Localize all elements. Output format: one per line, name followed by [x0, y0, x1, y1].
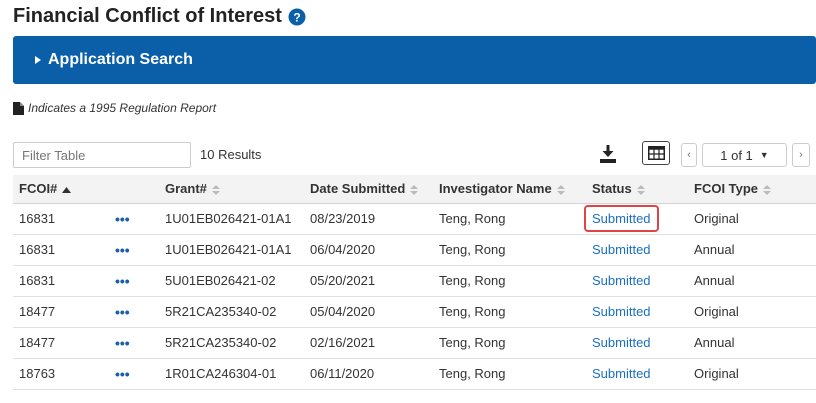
- cell-grant: 1R01CA246304-01: [159, 358, 304, 390]
- cell-date: 05/04/2020: [304, 296, 433, 328]
- status-link[interactable]: Submitted: [592, 335, 651, 350]
- table-row: 16831 ••• 1U01EB026421-01A1 06/04/2020 T…: [13, 234, 816, 266]
- cell-fcoi: 18763: [13, 358, 109, 390]
- download-icon[interactable]: [597, 143, 619, 165]
- cell-status: Submitted: [586, 234, 688, 266]
- page-select-value: 1 of 1: [720, 147, 753, 163]
- row-actions-button[interactable]: •••: [109, 203, 159, 235]
- cell-type: Annual: [688, 265, 816, 297]
- chevron-left-icon: ‹: [687, 149, 691, 161]
- results-count: 10 Results: [200, 147, 262, 162]
- cell-date: 06/11/2020: [304, 358, 433, 390]
- document-icon: [13, 101, 24, 115]
- table-row: 18477 ••• 5R21CA235340-02 02/16/2021 Ten…: [13, 327, 816, 359]
- cell-investigator: Teng, Rong: [433, 358, 586, 390]
- cell-date: 02/16/2021: [304, 327, 433, 359]
- sort-icon: [410, 184, 419, 195]
- svg-text:?: ?: [293, 10, 300, 24]
- table-row: 18763 ••• 1R01CA246304-01 06/11/2020 Ten…: [13, 358, 816, 390]
- table-header-row: FCOI# Grant# Date Submitted Investigator…: [13, 175, 816, 204]
- row-actions-button[interactable]: •••: [109, 358, 159, 390]
- ellipsis-icon: •••: [115, 303, 130, 320]
- table-row: 16831 ••• 5U01EB026421-02 05/20/2021 Ten…: [13, 265, 816, 297]
- status-link[interactable]: Submitted: [592, 304, 651, 319]
- cell-date: 06/04/2020: [304, 234, 433, 266]
- cell-grant: 5U01EB026421-02: [159, 265, 304, 297]
- application-search-label: Application Search: [48, 51, 193, 68]
- col-header-fcoi-type[interactable]: FCOI Type: [688, 175, 816, 204]
- legend-text: Indicates a 1995 Regulation Report: [28, 101, 217, 115]
- cell-investigator: Teng, Rong: [433, 327, 586, 359]
- cell-investigator: Teng, Rong: [433, 296, 586, 328]
- sort-icon: [211, 184, 220, 195]
- table-row: 16831 ••• 1U01EB026421-01A1 08/23/2019 T…: [13, 203, 816, 235]
- ellipsis-icon: •••: [115, 365, 130, 382]
- page-title: Financial Conflict of Interest ?: [13, 5, 306, 28]
- row-actions-button[interactable]: •••: [109, 234, 159, 266]
- status-link[interactable]: Submitted: [592, 211, 651, 226]
- page-select[interactable]: 1 of 1 ▼: [702, 143, 787, 167]
- sort-icon: [556, 184, 565, 195]
- application-search-toggle[interactable]: Application Search: [13, 36, 816, 84]
- row-actions-button[interactable]: •••: [109, 265, 159, 297]
- sort-asc-icon: [62, 186, 72, 193]
- cell-fcoi: 18477: [13, 327, 109, 359]
- cell-investigator: Teng, Rong: [433, 203, 586, 235]
- table-row: 18477 ••• 5R21CA235340-02 05/04/2020 Ten…: [13, 296, 816, 328]
- col-header-grant[interactable]: Grant#: [159, 175, 304, 204]
- ellipsis-icon: •••: [115, 241, 130, 258]
- cell-date: 08/23/2019: [304, 203, 433, 235]
- question-circle-icon[interactable]: ?: [288, 8, 306, 26]
- cell-fcoi: 16831: [13, 265, 109, 297]
- sort-icon: [763, 184, 772, 195]
- cell-grant: 5R21CA235340-02: [159, 327, 304, 359]
- status-link[interactable]: Submitted: [592, 366, 651, 381]
- cell-type: Original: [688, 358, 816, 390]
- col-header-date-submitted[interactable]: Date Submitted: [304, 175, 433, 204]
- status-link[interactable]: Submitted: [592, 273, 651, 288]
- cell-status: Submitted: [586, 358, 688, 390]
- col-header-investigator[interactable]: Investigator Name: [433, 175, 586, 204]
- cell-status: Submitted: [584, 203, 688, 235]
- ellipsis-icon: •••: [115, 272, 130, 289]
- cell-type: Original: [688, 203, 816, 235]
- page-title-text: Financial Conflict of Interest: [13, 5, 282, 27]
- col-header-status[interactable]: Status: [586, 175, 688, 204]
- cell-date: 05/20/2021: [304, 265, 433, 297]
- filter-table-input[interactable]: [13, 142, 191, 168]
- cell-status: Submitted: [586, 296, 688, 328]
- cell-status: Submitted: [586, 265, 688, 297]
- pager-next-button[interactable]: ›: [792, 143, 810, 167]
- cell-investigator: Teng, Rong: [433, 234, 586, 266]
- cell-status: Submitted: [586, 327, 688, 359]
- col-header-actions: [109, 175, 159, 204]
- cell-grant: 5R21CA235340-02: [159, 296, 304, 328]
- col-header-fcoi[interactable]: FCOI#: [13, 175, 109, 204]
- cell-grant: 1U01EB026421-01A1: [159, 203, 304, 235]
- pager-prev-button[interactable]: ‹: [681, 143, 697, 167]
- fcoi-table: FCOI# Grant# Date Submitted Investigator…: [13, 175, 816, 390]
- row-actions-button[interactable]: •••: [109, 296, 159, 328]
- cell-type: Annual: [688, 234, 816, 266]
- chevron-right-icon: ›: [799, 149, 803, 161]
- table-columns-icon[interactable]: [642, 141, 670, 165]
- ellipsis-icon: •••: [115, 334, 130, 351]
- caret-right-icon: [35, 56, 41, 64]
- ellipsis-icon: •••: [115, 210, 130, 227]
- cell-fcoi: 18477: [13, 296, 109, 328]
- cell-grant: 1U01EB026421-01A1: [159, 234, 304, 266]
- status-highlight-box: Submitted: [584, 205, 659, 232]
- cell-investigator: Teng, Rong: [433, 265, 586, 297]
- sort-icon: [636, 184, 645, 195]
- status-link[interactable]: Submitted: [592, 242, 651, 257]
- cell-fcoi: 16831: [13, 203, 109, 235]
- cell-type: Original: [688, 296, 816, 328]
- row-actions-button[interactable]: •••: [109, 327, 159, 359]
- cell-type: Annual: [688, 327, 816, 359]
- cell-fcoi: 16831: [13, 234, 109, 266]
- regulation-legend: Indicates a 1995 Regulation Report: [13, 101, 216, 115]
- chevron-down-icon: ▼: [759, 150, 769, 160]
